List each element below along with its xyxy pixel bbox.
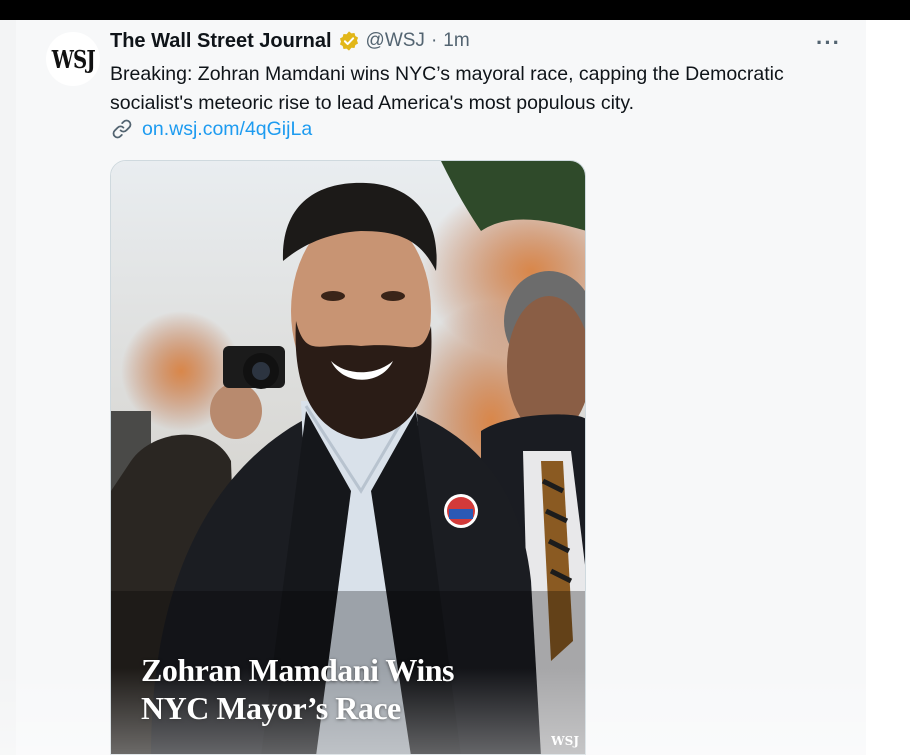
tweet-link[interactable]: on.wsj.com/4qGijLa [110, 116, 312, 142]
author-avatar[interactable]: WSJ [46, 32, 100, 86]
media-headline-line2: NYC Mayor’s Race [141, 690, 401, 726]
link-url[interactable]: on.wsj.com/4qGijLa [142, 118, 312, 141]
tweet[interactable]: WSJ The Wall Street Journal @WSJ · 1m ··… [16, 20, 866, 755]
tweet-text: Breaking: Zohran Mamdani wins NYC’s mayo… [110, 63, 784, 114]
top-bar [0, 0, 910, 20]
header-separator: · [430, 30, 438, 51]
media-headline-line1: Zohran Mamdani Wins [141, 652, 454, 688]
tweet-header: The Wall Street Journal @WSJ · 1m [110, 28, 470, 54]
tweet-media-image[interactable]: Zohran Mamdani Wins NYC Mayor’s Race WSJ [110, 160, 586, 755]
tweet-timestamp[interactable]: 1m [443, 30, 469, 52]
right-gutter [866, 20, 910, 755]
link-icon [112, 119, 132, 139]
verified-badge-icon [339, 31, 358, 51]
avatar-logo-text: WSJ [51, 44, 95, 74]
more-options-icon[interactable]: ··· [816, 30, 841, 56]
media-headline: Zohran Mamdani Wins NYC Mayor’s Race [141, 651, 581, 727]
author-name[interactable]: The Wall Street Journal [110, 30, 332, 53]
media-watermark: WSJ [551, 734, 579, 748]
author-handle[interactable]: @WSJ [366, 30, 425, 52]
